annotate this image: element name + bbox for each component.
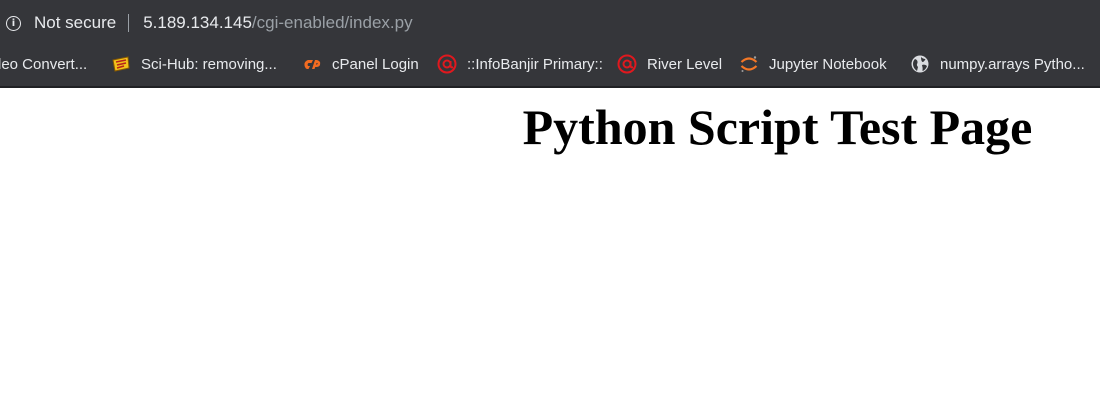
url-host[interactable]: 5.189.134.145 [143, 13, 252, 33]
url-separator [128, 14, 130, 32]
page-title: Python Script Test Page [522, 99, 1033, 155]
jupyter-icon [740, 56, 758, 72]
infobanjir-icon [437, 54, 457, 74]
bookmark-river-level[interactable]: River Level [617, 46, 722, 82]
bookmark-cpanel-login[interactable]: cPanel Login [302, 46, 419, 82]
scihub-icon [112, 56, 130, 72]
bookmarks-bar: leo Convert... Sci-Hub: removing... cPan… [0, 46, 1100, 88]
address-bar[interactable]: i Not secure 5.189.134.145/cgi-enabled/i… [0, 0, 1100, 46]
bookmark-label: numpy.arrays Pytho... [940, 55, 1085, 73]
bookmark-jupyter-notebook[interactable]: Jupyter Notebook [739, 46, 887, 82]
bookmark-sci-hub[interactable]: Sci-Hub: removing... [111, 46, 277, 82]
bookmark-label: leo Convert... [0, 55, 88, 73]
infobanjir-icon [617, 54, 637, 74]
globe-icon [911, 55, 929, 73]
bookmark-label: cPanel Login [332, 55, 419, 73]
cpanel-icon [304, 60, 321, 69]
bookmark-numpy-arrays[interactable]: numpy.arrays Pytho... [910, 46, 1085, 82]
info-icon[interactable]: i [6, 15, 21, 31]
bookmark-video-converter[interactable]: leo Convert... [0, 46, 87, 82]
bookmark-infobanjir-primary[interactable]: ::InfoBanjir Primary:: [437, 46, 603, 82]
not-secure-label: Not secure [34, 13, 117, 32]
bookmark-label: Jupyter Notebook [769, 55, 887, 73]
site-security-indicator[interactable]: i Not secure 5.189.134.145/cgi-enabled/i… [6, 13, 413, 33]
page-content: Python Script Test Page [0, 88, 1100, 401]
bookmark-label: ::InfoBanjir Primary:: [467, 55, 603, 73]
bookmark-label: River Level [647, 55, 723, 73]
bookmark-label: Sci-Hub: removing... [141, 55, 277, 73]
url-path[interactable]: /cgi-enabled/index.py [252, 13, 413, 33]
